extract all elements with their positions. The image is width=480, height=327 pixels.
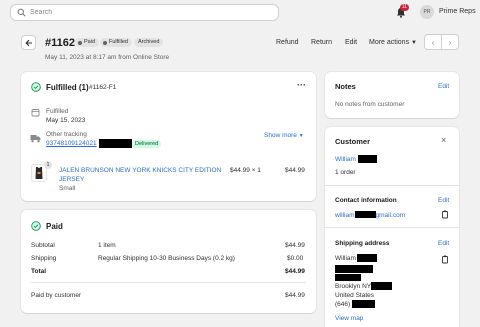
fulfilled-title: Fulfilled (1) — [46, 83, 89, 92]
fulfilled-date: May 15, 2023 — [46, 117, 86, 124]
archived-badge: Archived — [134, 38, 164, 47]
address-name: William — [335, 255, 356, 262]
truck-icon — [30, 135, 41, 143]
paid-badge: Paid — [75, 38, 100, 47]
more-menu-icon[interactable]: ··· — [297, 80, 306, 90]
order-pager: ‹ › — [424, 34, 459, 50]
product-name-link-line2[interactable]: JERSEY — [59, 176, 84, 183]
notes-edit-link[interactable]: Edit — [438, 83, 449, 90]
shipping-edit-link[interactable]: Edit — [438, 240, 449, 247]
refund-button[interactable]: Refund — [276, 39, 299, 46]
copy-icon[interactable] — [441, 255, 449, 264]
paid-by-label: Paid by customer — [31, 292, 82, 299]
redacted-block — [354, 211, 376, 218]
paid-title: Paid — [46, 222, 63, 231]
unit-price: $44.99 × 1 — [230, 167, 261, 174]
next-order-button[interactable]: › — [442, 35, 458, 49]
previous-order-button[interactable]: ‹ — [425, 35, 442, 49]
subtotal-amount: $44.99 — [285, 242, 305, 249]
check-circle-icon — [31, 82, 41, 92]
shipping-address-title: Shipping address — [335, 240, 390, 247]
shipping-amount: $0.00 — [287, 255, 304, 262]
address-country: United States — [335, 292, 375, 299]
redacted-block — [357, 254, 377, 262]
check-circle-icon — [31, 221, 41, 231]
address-phone: (646) — [335, 301, 351, 308]
shipping-label: Shipping — [31, 255, 57, 262]
redacted-block — [358, 155, 377, 163]
product-name-link[interactable]: JALEN BRUNSON NEW YORK KNICKS CITY EDITI… — [59, 167, 221, 174]
shipping-desc: Regular Shipping 10-30 Business Days (0.… — [98, 255, 235, 262]
redacted-block — [352, 300, 375, 308]
delivered-badge: Delivered — [132, 140, 162, 148]
notes-empty-text: No notes from customer — [335, 101, 405, 108]
edit-button[interactable]: Edit — [345, 39, 357, 46]
fulfilled-label: Fulfilled — [46, 108, 69, 115]
tracking-number-link[interactable]: 93748109124021 — [46, 140, 97, 147]
fulfilled-card: Fulfilled (1) #1162-F1 ··· Fulfilled May… — [21, 72, 316, 201]
fulfillment-id: #1162-F1 — [89, 84, 117, 91]
line-total: $44.99 — [285, 167, 305, 174]
copy-icon[interactable] — [441, 210, 449, 219]
subtotal-desc: 1 item — [98, 242, 116, 249]
divider — [31, 282, 306, 283]
redacted-block — [335, 274, 361, 281]
dot-icon — [78, 40, 82, 45]
total-label: Total — [31, 268, 47, 275]
total-amount: $44.99 — [285, 268, 305, 275]
redacted-block — [99, 139, 132, 148]
redacted-block — [335, 265, 373, 273]
chevron-down-icon: ▼ — [411, 40, 417, 46]
dot-icon — [103, 40, 107, 45]
top-bar: 11 PR Prime Reps — [0, 0, 480, 26]
view-map-link[interactable]: View map — [335, 315, 363, 322]
search-icon — [17, 8, 26, 17]
notes-card: Notes Edit No notes from customer — [325, 72, 459, 118]
close-icon[interactable]: × — [441, 135, 446, 145]
return-button[interactable]: Return — [311, 39, 332, 46]
contact-edit-link[interactable]: Edit — [438, 197, 449, 204]
chevron-down-icon: ▼ — [298, 133, 304, 139]
arrow-left-icon — [24, 39, 32, 46]
notification-badge: 11 — [400, 4, 409, 11]
divider — [325, 185, 459, 186]
customer-card: Customer × William 1 order Contact infor… — [325, 127, 459, 327]
address-city: Brooklyn NY — [335, 283, 372, 290]
store-name[interactable]: Prime Reps — [439, 8, 476, 15]
customer-orders: 1 order — [335, 169, 356, 176]
notes-title: Notes — [335, 82, 356, 91]
customer-title: Customer — [335, 137, 371, 146]
paid-by-amount: $44.99 — [285, 292, 305, 299]
page-title: #1162 — [45, 37, 75, 49]
quantity-badge: 1 — [44, 161, 52, 169]
avatar[interactable]: PR — [420, 5, 434, 19]
customer-name-link[interactable]: William — [335, 156, 356, 163]
search-input[interactable] — [30, 9, 270, 16]
search-bar[interactable] — [10, 4, 279, 21]
paid-card: Paid Subtotal 1 item $44.99 Shipping Reg… — [21, 210, 316, 313]
calendar-icon — [31, 109, 40, 117]
more-actions-button[interactable]: More actions ▼ — [369, 39, 417, 46]
fulfilled-badge: Fulfilled — [100, 38, 132, 47]
show-more-link[interactable]: Show more ▼ — [264, 132, 304, 139]
product-variant: Small — [59, 185, 76, 192]
subtotal-label: Subtotal — [31, 242, 55, 249]
order-subtitle: May 11, 2023 at 8:17 am from Online Stor… — [45, 54, 170, 61]
divider — [325, 227, 459, 228]
back-button[interactable] — [21, 35, 36, 50]
redacted-block — [371, 282, 392, 290]
email-link[interactable]: william gmail.com — [335, 211, 405, 219]
tracking-label: Other tracking — [46, 131, 87, 138]
contact-title: Contact information — [335, 197, 397, 204]
